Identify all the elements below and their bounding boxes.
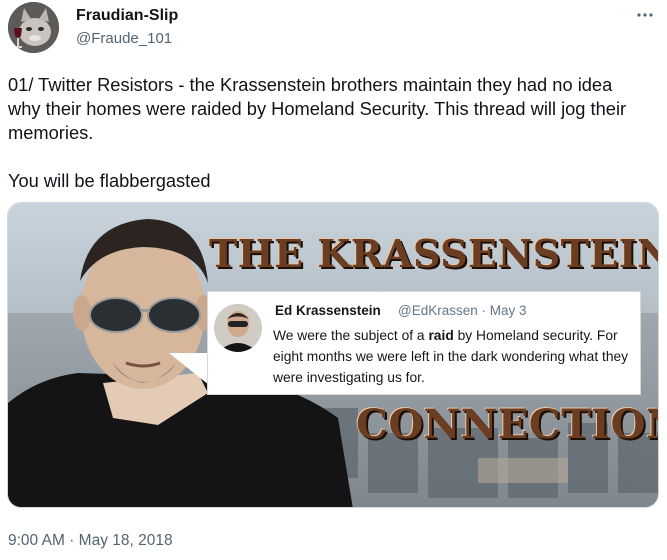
embedded-tweet-meta: @EdKrassen · May 3 <box>398 303 527 318</box>
tweet: Fraudian-Slip @Fraude_101 01/ Twitter Re… <box>0 0 667 560</box>
embedded-tweet-separator: · <box>481 303 487 318</box>
tweet-time[interactable]: 9:00 AM <box>8 532 65 549</box>
embedded-tweet-avatar <box>214 304 262 352</box>
embedded-tweet-name: Ed Krassenstein <box>275 303 381 318</box>
author-handle[interactable]: @Fraude_101 <box>76 29 172 48</box>
author-avatar[interactable] <box>8 2 59 53</box>
banner-title-top: THE KRASSENSTEIN <box>209 231 659 276</box>
embedded-tweet-card: Ed Krassenstein @EdKrassen · May 3 We we… <box>207 291 641 395</box>
embedded-tweet-text: We were the subject of a raid by Homelan… <box>273 328 629 385</box>
speech-bubble-tail <box>169 353 209 385</box>
tweet-paragraph: 01/ Twitter Resistors - the Krassenstein… <box>8 74 627 143</box>
timestamp-separator: · <box>69 532 75 549</box>
tweet-media-image[interactable]: THE KRASSENSTEIN CONNECTION Ed Krassenst… <box>7 202 659 508</box>
tweet-text: 01/ Twitter Resistors - the Krassenstein… <box>8 73 648 193</box>
tweet-paragraph: You will be flabbergasted <box>8 170 211 191</box>
tweet-timestamp: 9:00 AM · May 18, 2018 <box>8 531 173 551</box>
embedded-tweet-handle: @EdKrassen <box>398 303 478 318</box>
banner-title-bottom: CONNECTION <box>356 401 659 448</box>
cat-with-wine-icon <box>8 2 59 53</box>
embedded-tweet-date: May 3 <box>489 303 527 318</box>
author-display-name[interactable]: Fraudian-Slip <box>76 6 178 26</box>
tweet-date[interactable]: May 18, 2018 <box>79 532 173 549</box>
ellipsis-icon[interactable] <box>632 2 658 28</box>
